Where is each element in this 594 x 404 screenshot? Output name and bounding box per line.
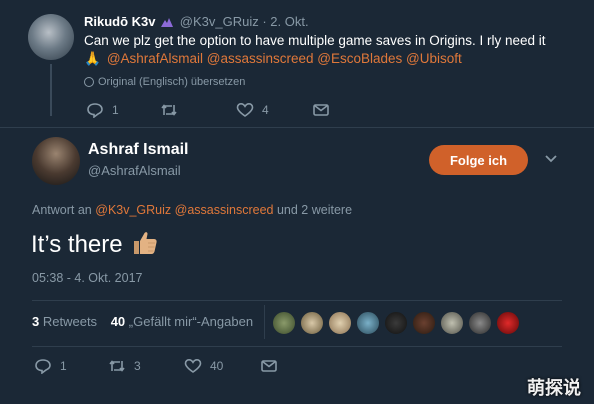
liker-avatar[interactable] <box>328 311 352 335</box>
reply-count: 1 <box>112 103 119 117</box>
timestamp[interactable]: 05:38 - 4. Okt. 2017 <box>32 271 143 285</box>
stats-divider-bottom <box>32 346 562 347</box>
reply-to-mentions[interactable]: @K3v_GRuiz @assassinscreed <box>95 203 273 217</box>
main-author-handle[interactable]: @AshrafAlsmail <box>88 163 181 178</box>
chevron-down-icon[interactable] <box>544 154 558 164</box>
avatar-rikudo[interactable] <box>28 14 74 60</box>
reply-to-line: Antwort an @K3v_GRuiz @assassinscreed un… <box>32 203 352 217</box>
main-tweet-text: It’s there <box>31 228 159 262</box>
like-count: 40 <box>210 359 224 373</box>
translate-label: Original (Englisch) übersetzen <box>98 76 246 88</box>
engagement-stats: 3 Retweets 40 „Gefällt mir“-Angaben <box>32 314 253 329</box>
reply-author-handle[interactable]: @K3v_GRuiz <box>180 14 259 29</box>
retweet-count: 3 <box>134 359 141 373</box>
watermark: 萌探说 <box>527 378 581 398</box>
stats-separator <box>264 305 265 339</box>
like-icon <box>236 102 254 117</box>
reply-to-prefix: Antwort an <box>32 203 92 217</box>
liker-avatar[interactable] <box>468 311 492 335</box>
pray-emoji: 🙏 <box>84 51 101 66</box>
like-button[interactable]: 40 <box>184 358 223 374</box>
retweets-label[interactable]: Retweets <box>43 314 97 329</box>
liker-avatars <box>272 311 522 335</box>
likes-count[interactable]: 40 <box>111 314 125 329</box>
reply-count: 1 <box>60 359 67 373</box>
reply-icon <box>87 103 103 118</box>
tweet-divider <box>0 127 594 128</box>
main-tweet-actions: 1 3 40 <box>34 358 294 376</box>
dm-icon <box>313 104 329 116</box>
thumbs-up-emoji <box>133 232 157 254</box>
main-author-name[interactable]: Ashraf Ismail <box>88 141 188 159</box>
dm-button[interactable] <box>312 102 330 118</box>
liker-avatar[interactable] <box>496 311 520 335</box>
like-count: 4 <box>262 103 269 117</box>
liker-avatar[interactable] <box>272 311 296 335</box>
translate-link[interactable]: Original (Englisch) übersetzen <box>84 76 245 88</box>
globe-icon <box>84 77 94 87</box>
reply-tweet-actions: 1 4 <box>86 102 346 120</box>
retweet-button[interactable]: 3 <box>108 358 141 374</box>
like-icon <box>184 358 202 373</box>
reply-button[interactable]: 1 <box>86 102 119 118</box>
avatar-ashraf[interactable] <box>32 137 80 185</box>
retweet-icon <box>161 104 177 116</box>
liker-avatar[interactable] <box>300 311 324 335</box>
reply-tweet-mentions: 🙏 @AshrafAlsmail @assassinscreed @EscoBla… <box>84 50 462 68</box>
liker-avatar[interactable] <box>356 311 380 335</box>
liker-avatar[interactable] <box>440 311 464 335</box>
thread-line <box>50 64 52 116</box>
likes-label[interactable]: „Gefällt mir“-Angaben <box>129 314 253 329</box>
mention-links[interactable]: @AshrafAlsmail @assassinscreed @EscoBlad… <box>107 51 462 66</box>
stats-divider-top <box>32 300 562 301</box>
dm-icon <box>261 360 277 372</box>
reply-date[interactable]: · 2. Okt. <box>262 14 308 29</box>
reply-icon <box>35 359 51 374</box>
liker-avatar[interactable] <box>384 311 408 335</box>
mountain-emoji-icon <box>161 18 174 27</box>
retweet-button[interactable] <box>160 102 186 118</box>
dm-button[interactable] <box>260 358 278 374</box>
like-button[interactable]: 4 <box>236 102 269 118</box>
follow-button[interactable]: Folge ich <box>429 145 528 175</box>
main-tweet-text-content: It’s there <box>31 231 123 258</box>
reply-tweet-text: Can we plz get the option to have multip… <box>84 33 546 48</box>
retweets-count[interactable]: 3 <box>32 314 39 329</box>
reply-tweet-header: Rikudō K3v @K3v_GRuiz · 2. Okt. <box>84 14 309 29</box>
liker-avatar[interactable] <box>412 311 436 335</box>
reply-to-suffix[interactable]: und 2 weitere <box>277 203 352 217</box>
retweet-icon <box>109 360 125 372</box>
reply-author-name[interactable]: Rikudō K3v <box>84 14 156 29</box>
reply-button[interactable]: 1 <box>34 358 67 374</box>
